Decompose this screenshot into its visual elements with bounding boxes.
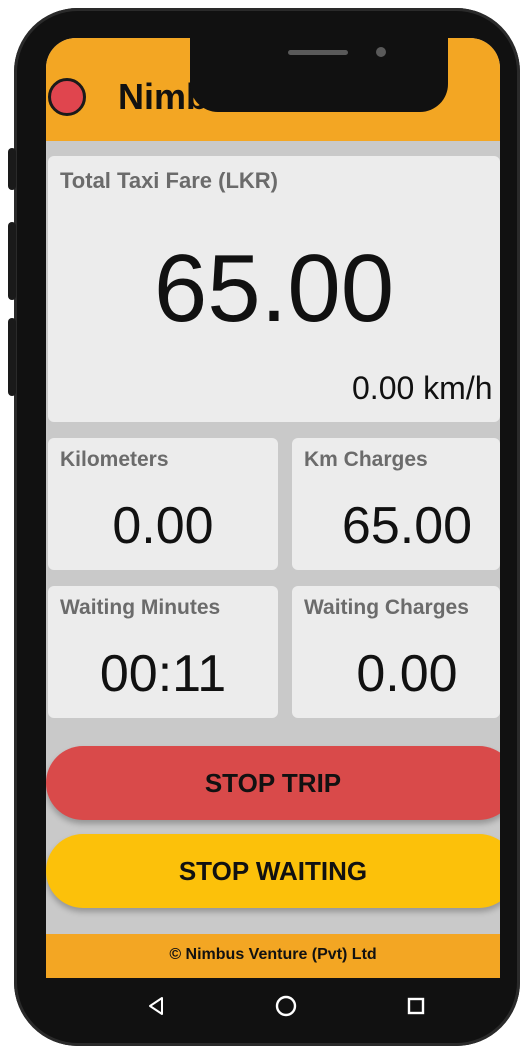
camera-notch bbox=[190, 38, 448, 112]
total-fare-value: 65.00 bbox=[153, 235, 395, 342]
speed-readout: 0.00 km/h bbox=[352, 370, 493, 406]
stop-waiting-label: STOP WAITING bbox=[178, 855, 368, 886]
waiting-charges-label: Waiting Charges bbox=[304, 596, 469, 619]
km-charges-label: Km Charges bbox=[304, 448, 428, 471]
app-footer: © Nimbus Venture (Pvt) Ltd bbox=[46, 934, 500, 978]
total-fare-label: Total Taxi Fare (LKR) bbox=[60, 168, 278, 193]
waiting-minutes-value: 00:11 bbox=[99, 645, 227, 703]
stop-waiting-button[interactable]: STOP WAITING bbox=[46, 834, 500, 908]
android-nav-bar bbox=[46, 978, 500, 1040]
km-charges-card: Km Charges 65.00 bbox=[292, 438, 500, 570]
waiting-charges-card: Waiting Charges 0.00 bbox=[292, 586, 500, 718]
total-fare-card: Total Taxi Fare (LKR) 65.00 0.00 km/h bbox=[48, 156, 500, 422]
waiting-charges-value: 0.00 bbox=[356, 645, 458, 703]
stop-trip-button[interactable]: STOP TRIP bbox=[46, 746, 500, 820]
phone-side-button bbox=[8, 148, 16, 190]
app-screen: Nimbus Taxi Meter Total Taxi Fare (LKR) … bbox=[46, 38, 500, 978]
waiting-minutes-card: Waiting Minutes 00:11 bbox=[48, 586, 278, 718]
status-indicator-icon bbox=[48, 78, 86, 116]
stop-trip-label: STOP TRIP bbox=[204, 767, 342, 798]
speaker-grille bbox=[288, 50, 348, 55]
back-icon[interactable] bbox=[136, 986, 176, 1026]
volume-up-button bbox=[8, 222, 16, 300]
waiting-minutes-label: Waiting Minutes bbox=[60, 596, 221, 619]
km-charges-value: 65.00 bbox=[341, 497, 473, 555]
copyright-text: © Nimbus Venture (Pvt) Ltd bbox=[169, 946, 377, 963]
front-camera-icon bbox=[376, 47, 386, 57]
home-icon[interactable] bbox=[266, 986, 306, 1026]
volume-down-button bbox=[8, 318, 16, 396]
recents-icon[interactable] bbox=[396, 986, 436, 1026]
kilometers-label: Kilometers bbox=[60, 448, 169, 471]
kilometers-card: Kilometers 0.00 bbox=[48, 438, 278, 570]
kilometers-value: 0.00 bbox=[112, 497, 214, 555]
